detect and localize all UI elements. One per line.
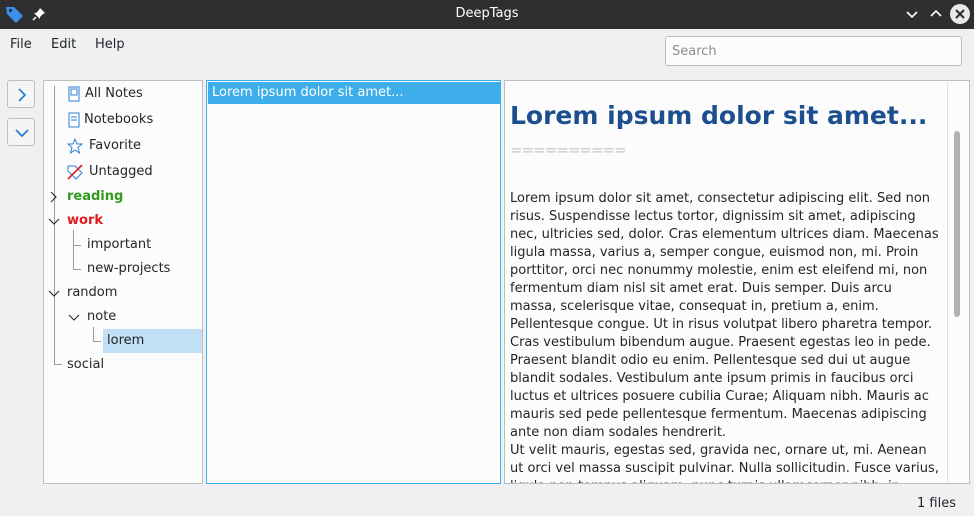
maximize-button[interactable] — [927, 5, 945, 23]
tree-item-lorem[interactable]: lorem — [107, 330, 144, 352]
menu-file[interactable]: File — [10, 37, 32, 52]
search-input[interactable] — [665, 36, 962, 66]
tree-label: work — [67, 213, 103, 228]
tree-label: important — [87, 237, 152, 252]
tree-label: social — [67, 357, 105, 372]
preview-paragraph: Ut velit mauris, egestas sed, gravida ne… — [510, 443, 939, 483]
tree-item-new-projects[interactable]: new-projects — [87, 258, 170, 280]
tree-label: All Notes — [85, 86, 143, 101]
menu-help[interactable]: Help — [95, 37, 125, 52]
notebook-icon — [66, 112, 82, 128]
preview-heading: Lorem ipsum dolor sit amet... — [510, 101, 928, 130]
tree-label: random — [67, 285, 118, 300]
tree-label: new-projects — [87, 261, 171, 276]
status-file-count: 1 files — [917, 496, 956, 511]
expand-button[interactable] — [7, 80, 35, 108]
tree-label: Untagged — [89, 164, 153, 179]
tree-label: Notebooks — [84, 112, 154, 127]
window-title: DeepTags — [455, 6, 519, 21]
collapse-button[interactable] — [7, 118, 35, 146]
tree-label: note — [87, 309, 117, 324]
chevron-down-icon[interactable] — [47, 214, 63, 230]
tree-item-important[interactable]: important — [87, 234, 151, 256]
chevron-down-icon[interactable] — [67, 310, 83, 326]
note-preview-panel: Lorem ipsum dolor sit amet... ==========… — [504, 80, 970, 484]
minimize-button[interactable] — [903, 5, 921, 23]
close-button[interactable] — [950, 4, 970, 24]
tree-label: reading — [67, 189, 124, 204]
menu-edit[interactable]: Edit — [51, 37, 76, 52]
all-notes-icon — [66, 86, 82, 102]
chevron-down-icon[interactable] — [47, 286, 63, 302]
star-icon — [66, 137, 84, 155]
list-item[interactable]: Lorem ipsum dolor sit amet... — [208, 82, 501, 104]
notes-list-panel: Lorem ipsum dolor sit amet... — [206, 80, 501, 484]
title-bar: DeepTags — [0, 0, 974, 29]
chevron-right-icon[interactable] — [49, 190, 65, 206]
tree-label: lorem — [107, 333, 145, 348]
scrollbar-thumb[interactable] — [954, 131, 960, 317]
untagged-icon — [67, 164, 83, 180]
tree-label: Favorite — [89, 138, 141, 153]
preview-paragraph: Lorem ipsum dolor sit amet, consectetur … — [510, 191, 939, 440]
tree-item-social[interactable]: social — [67, 354, 104, 376]
preview-heading-underline: ========== — [510, 141, 627, 159]
